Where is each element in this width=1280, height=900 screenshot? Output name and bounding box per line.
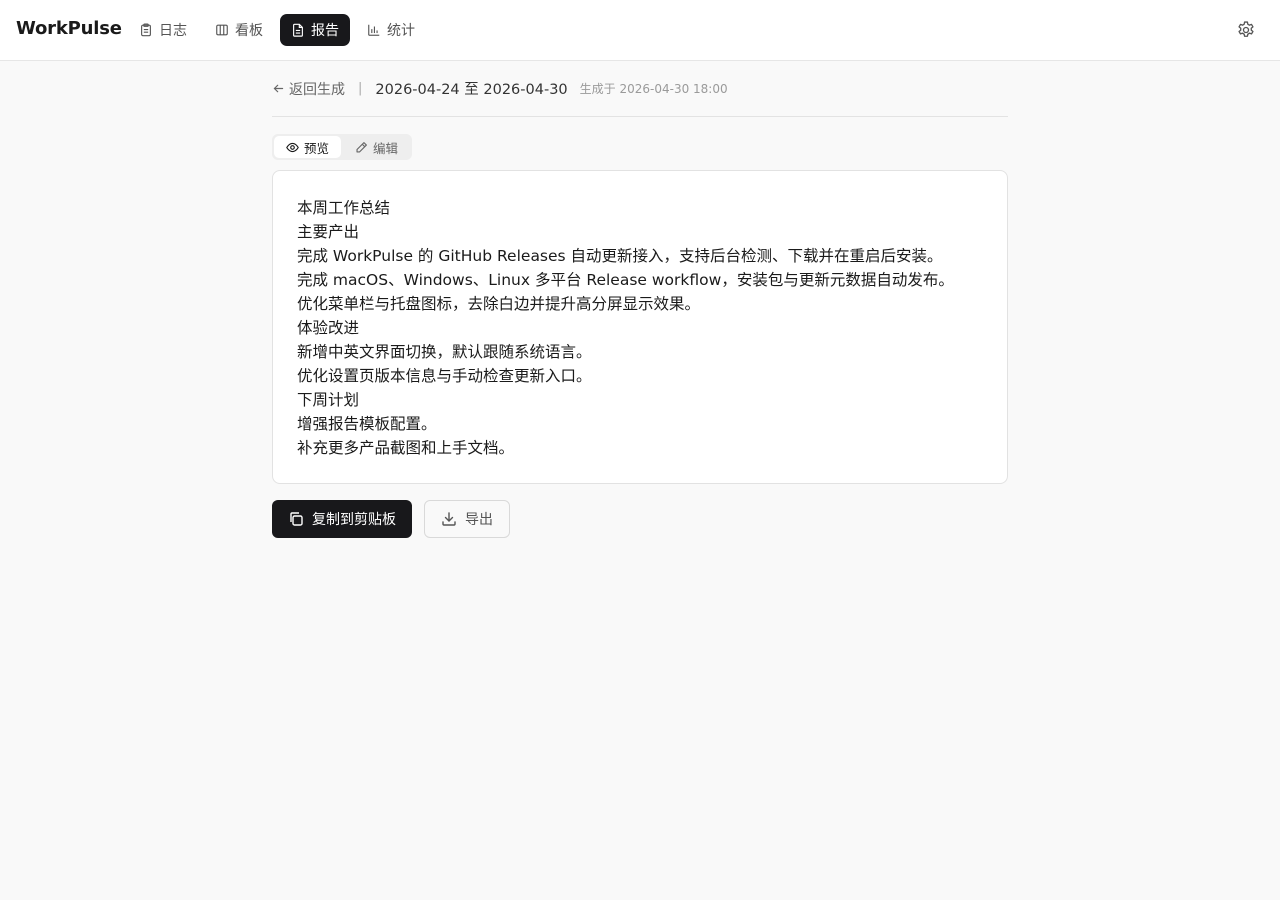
file-text-icon [293, 23, 303, 37]
export-button[interactable]: 导出 [424, 500, 510, 538]
report-view: 返回生成 | 2026-04-24 至 2026-04-30 生成于 2026-… [272, 61, 1008, 538]
report-line: 体验改进 [297, 319, 360, 337]
nav-item-label: 统计 [387, 23, 415, 39]
bar-chart-icon [368, 24, 380, 36]
app-title: WorkPulse [16, 18, 122, 39]
export-label: 导出 [465, 512, 493, 528]
report-line: 优化设置页版本信息与手动检查更新入口。 [297, 367, 592, 385]
header-separator: | [358, 81, 363, 96]
arrow-left-icon [273, 84, 284, 93]
report-actions: 复制到剪贴板 导出 [272, 500, 1008, 538]
nav-item-label: 看板 [235, 23, 263, 39]
generated-timestamp: 生成于 2026-04-30 18:00 [579, 82, 728, 96]
main-nav: 日志 看板 报告 统计 [128, 14, 426, 46]
report-line: 优化菜单栏与托盘图标，去除白边并提升高分屏显示效果。 [297, 295, 701, 313]
gear-icon [1238, 21, 1254, 37]
pencil-icon [356, 141, 367, 153]
top-bar: WorkPulse 日志 看板 报告 统计 [0, 0, 1280, 61]
view-mode-toggle: 预览 编辑 [272, 134, 413, 160]
preview-tab[interactable]: 预览 [274, 136, 342, 158]
settings-button[interactable] [1236, 20, 1256, 40]
edit-tab[interactable]: 编辑 [343, 136, 410, 158]
report-line: 本周工作总结 [297, 199, 391, 217]
back-button[interactable]: 返回生成 [272, 79, 345, 99]
copy-icon [290, 512, 303, 526]
nav-item-label: 报告 [311, 23, 339, 39]
report-line: 主要产出 [297, 223, 360, 241]
nav-item-stats[interactable]: 统计 [356, 14, 426, 46]
report-line: 补充更多产品截图和上手文档。 [297, 439, 515, 457]
back-label: 返回生成 [289, 81, 345, 98]
nav-item-report[interactable]: 报告 [280, 14, 350, 46]
nav-item-log[interactable]: 日志 [128, 14, 198, 46]
report-line: 下周计划 [297, 391, 360, 409]
date-range: 2026-04-24 至 2026-04-30 [375, 82, 568, 98]
copy-to-clipboard-button[interactable]: 复制到剪贴板 [272, 500, 412, 538]
copy-label: 复制到剪贴板 [312, 512, 396, 528]
report-header: 返回生成 | 2026-04-24 至 2026-04-30 生成于 2026-… [272, 61, 1008, 117]
columns-icon [216, 24, 228, 36]
nav-item-label: 日志 [159, 23, 187, 39]
report-line: 新增中英文界面切换，默认跟随系统语言。 [297, 343, 592, 361]
edit-label: 编辑 [373, 140, 399, 156]
preview-label: 预览 [304, 140, 330, 156]
report-content: 本周工作总结 主要产出 完成 WorkPulse 的 GitHub Releas… [272, 170, 1008, 484]
nav-item-board[interactable]: 看板 [204, 14, 274, 46]
report-line: 完成 macOS、Windows、Linux 多平台 Release workf… [297, 271, 954, 289]
download-icon [442, 512, 456, 526]
clipboard-icon [141, 23, 151, 37]
report-line: 完成 WorkPulse 的 GitHub Releases 自动更新接入，支持… [297, 247, 943, 265]
report-line: 增强报告模板配置。 [297, 415, 437, 433]
eye-icon [286, 142, 299, 152]
